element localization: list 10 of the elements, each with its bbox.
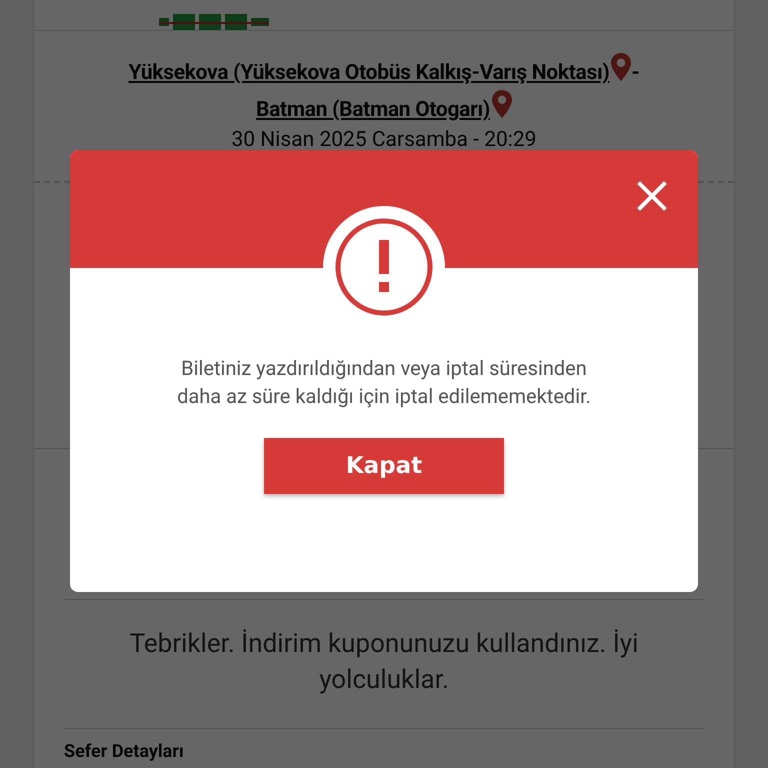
origin-link[interactable]: Yüksekova (Yüksekova Otobüs Kalkış-Varış Noktası) bbox=[128, 61, 610, 85]
close-button[interactable]: Kapat bbox=[264, 438, 504, 494]
location-pin-icon bbox=[611, 53, 632, 81]
route-separator: - bbox=[631, 61, 640, 85]
location-pin-icon bbox=[492, 90, 512, 118]
dialog-message: Biletiniz yazdırıldığından veya iptal süresinden daha az süre kaldığı için iptal edilememektedir. bbox=[176, 355, 592, 410]
destination-link[interactable]: Batman (Batman Otogarı) bbox=[256, 98, 490, 122]
section-title: Sefer Detayları bbox=[64, 741, 185, 762]
coupon-message: Tebrikler. İndirim kuponunuzu kullandınız. İyi yolculuklar. bbox=[64, 599, 704, 729]
trip-date: 30 Nisan 2025 Carsamba - 20:29 bbox=[230, 127, 538, 153]
